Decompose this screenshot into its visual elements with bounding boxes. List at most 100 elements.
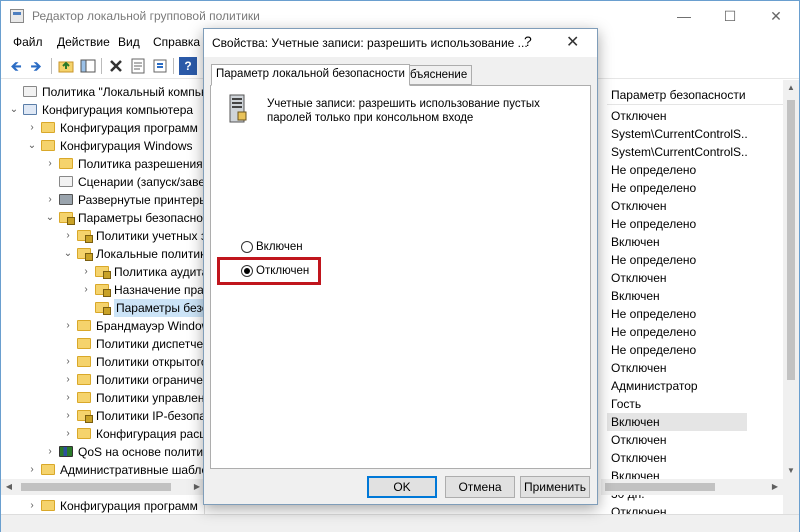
list-item[interactable]: System\CurrentControlS... xyxy=(611,143,747,161)
radio-enabled[interactable] xyxy=(241,241,253,253)
tree-item[interactable]: › Политика аудита xyxy=(1,263,204,281)
collapse-chevron-icon[interactable]: ⌄ xyxy=(45,209,55,227)
list-item[interactable]: Отключен xyxy=(611,107,747,125)
export-list-button[interactable] xyxy=(151,57,169,75)
expand-chevron-icon[interactable]: › xyxy=(45,443,55,461)
tree-item[interactable]: › Политики ограничен xyxy=(1,371,204,389)
close-window-button[interactable]: ✕ xyxy=(753,1,799,31)
list-vscroll-thumb[interactable] xyxy=(787,100,795,380)
list-item[interactable]: Не определено xyxy=(611,215,747,233)
tree-item[interactable]: Политика "Локальный компьютер" xyxy=(1,83,204,101)
tree-item-label[interactable]: QoS на основе политик xyxy=(78,443,204,461)
tree-item-label[interactable]: Политики учетных з xyxy=(96,227,204,245)
tree-item[interactable]: › Назначение пра xyxy=(1,281,204,299)
list-item[interactable]: Отключен xyxy=(611,197,747,215)
tree-item[interactable]: › Политики управлен xyxy=(1,389,204,407)
list-item[interactable]: Отключен xyxy=(611,269,747,287)
list-vertical-scrollbar[interactable]: ▲ ▼ xyxy=(783,80,799,514)
tree-item[interactable]: › Политики IP-безопа xyxy=(1,407,204,425)
tree-item-label[interactable]: Политики ограничен xyxy=(96,371,204,389)
tree-item-label[interactable]: Политика разрешения xyxy=(78,155,203,173)
expand-chevron-icon[interactable]: › xyxy=(27,119,37,137)
expand-chevron-icon[interactable]: › xyxy=(45,155,55,173)
scroll-right-icon[interactable]: ▶ xyxy=(767,479,783,495)
apply-button[interactable]: Применить xyxy=(520,476,590,498)
expand-chevron-icon[interactable]: › xyxy=(45,191,55,209)
tree-item-label[interactable]: Конфигурация компьютера xyxy=(42,101,193,119)
list-item[interactable]: Отключен xyxy=(611,431,747,449)
list-item[interactable]: Включен xyxy=(607,413,747,431)
list-item[interactable]: Не определено xyxy=(611,341,747,359)
radio-enabled-label[interactable]: Включен xyxy=(256,239,303,255)
expand-chevron-icon[interactable]: › xyxy=(27,461,37,479)
tree-item[interactable]: Сценарии (запуск/завер xyxy=(1,173,204,191)
tree-item[interactable]: ⌄ Локальные политик xyxy=(1,245,204,263)
scroll-up-icon[interactable]: ▲ xyxy=(783,80,799,96)
tree-item-label[interactable]: Сценарии (запуск/завер xyxy=(78,173,204,191)
list-item[interactable]: Отключен xyxy=(611,359,747,377)
expand-chevron-icon[interactable]: › xyxy=(81,281,91,299)
list-item[interactable]: Гость xyxy=(611,395,747,413)
tree-item[interactable]: › Конфигурация расш xyxy=(1,425,204,443)
menu-file[interactable]: Файл xyxy=(13,35,43,49)
cancel-button[interactable]: Отмена xyxy=(445,476,515,498)
dialog-help-button[interactable]: ? xyxy=(524,33,532,49)
list-item[interactable]: Не определено xyxy=(611,305,747,323)
expand-chevron-icon[interactable]: › xyxy=(63,227,73,245)
tree-item[interactable]: › Развернутые принтеры xyxy=(1,191,204,209)
scroll-down-icon[interactable]: ▼ xyxy=(783,463,799,479)
tree-item[interactable]: ⌄ Конфигурация компьютера xyxy=(1,101,204,119)
expand-chevron-icon[interactable]: › xyxy=(63,317,73,335)
expand-chevron-icon[interactable]: › xyxy=(27,497,37,514)
tree-hscroll-thumb[interactable] xyxy=(21,483,171,491)
up-level-button[interactable] xyxy=(57,57,75,75)
expand-chevron-icon[interactable]: › xyxy=(63,389,73,407)
collapse-chevron-icon[interactable]: ⌄ xyxy=(63,245,73,263)
minimize-button[interactable]: — xyxy=(661,1,707,31)
tree-item[interactable]: › Политика разрешения xyxy=(1,155,204,173)
list-item[interactable]: Включен xyxy=(611,233,747,251)
maximize-button[interactable]: ☐ xyxy=(707,1,753,31)
back-button[interactable]: 🡸 xyxy=(7,57,25,75)
expand-chevron-icon[interactable]: › xyxy=(63,371,73,389)
tree-item-label[interactable]: Параметры безо xyxy=(114,299,204,317)
list-horizontal-scrollbar[interactable]: ▶ xyxy=(601,479,783,495)
tree-item[interactable]: › Политики открытого xyxy=(1,353,204,371)
tree-item-label[interactable]: Локальные политик xyxy=(96,245,204,263)
expand-chevron-icon[interactable]: › xyxy=(63,407,73,425)
tree-item[interactable]: › Конфигурация программ xyxy=(1,119,204,137)
expand-chevron-icon[interactable]: › xyxy=(81,263,91,281)
tree-item[interactable]: › Конфигурация программ xyxy=(1,497,204,514)
properties-button[interactable] xyxy=(129,57,147,75)
list-item[interactable]: Не определено xyxy=(611,161,747,179)
tree-item-label[interactable]: Конфигурация Windows xyxy=(60,137,193,155)
tree-item-label[interactable]: Политики открытого xyxy=(96,353,204,371)
list-item[interactable]: Не определено xyxy=(611,251,747,269)
tree-item[interactable]: ⌄ Конфигурация Windows xyxy=(1,137,204,155)
tree-item[interactable]: › QoS на основе политик xyxy=(1,443,204,461)
tree-item-label[interactable]: Политика аудита xyxy=(114,263,204,281)
tree-horizontal-scrollbar[interactable]: ◀ ▶ xyxy=(1,479,205,495)
forward-button[interactable]: 🡺 xyxy=(27,57,45,75)
tree-item-label[interactable]: Брандмауэр Window xyxy=(96,317,204,335)
tree-item-label[interactable]: Конфигурация расш xyxy=(96,425,204,443)
tree-item-label[interactable]: Политики диспетчер xyxy=(96,335,204,353)
list-hscroll-thumb[interactable] xyxy=(605,483,715,491)
dialog-close-button[interactable]: ✕ xyxy=(566,32,579,52)
list-item[interactable]: Отключен xyxy=(611,449,747,467)
tree-item[interactable]: › Политики учетных з xyxy=(1,227,204,245)
list-item[interactable]: Не определено xyxy=(611,179,747,197)
tree-item[interactable]: Параметры безо xyxy=(1,299,204,317)
expand-chevron-icon[interactable]: › xyxy=(63,353,73,371)
tree-item[interactable]: ⌄ Параметры безопаснос xyxy=(1,209,204,227)
show-hide-tree-button[interactable] xyxy=(79,57,97,75)
menu-view[interactable]: Вид xyxy=(118,35,140,49)
tree-item-label[interactable]: Политики управлен xyxy=(96,389,204,407)
menu-action[interactable]: Действие xyxy=(57,35,110,49)
tree-item-label[interactable]: Конфигурация программ xyxy=(60,119,198,137)
list-item[interactable]: Не определено xyxy=(611,323,747,341)
menu-help[interactable]: Справка xyxy=(153,35,200,49)
tree-item[interactable]: › Брандмауэр Window xyxy=(1,317,204,335)
ok-button[interactable]: OK xyxy=(367,476,437,498)
tree-item-label[interactable]: Параметры безопаснос xyxy=(78,209,204,227)
